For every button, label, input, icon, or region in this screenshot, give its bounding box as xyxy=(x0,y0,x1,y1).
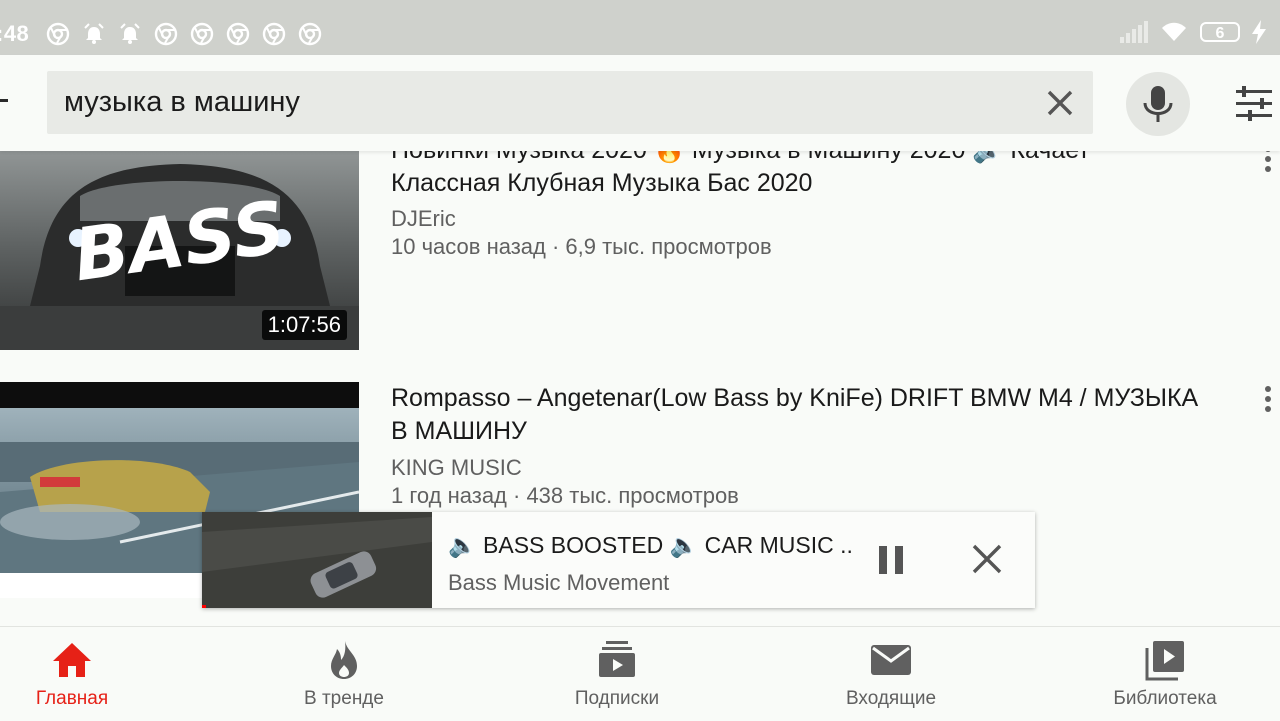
home-icon xyxy=(53,643,91,677)
filter-settings-icon[interactable] xyxy=(1232,86,1276,122)
back-arrow-icon[interactable] xyxy=(0,99,8,102)
nav-library-label: Библиотека xyxy=(1113,688,1217,709)
video-result[interactable]: BASS 1:07:56 Новинки Музыка 2020 🔥 Музык… xyxy=(0,126,1280,350)
video-channel[interactable]: DJEric xyxy=(391,206,456,232)
bottom-navigation: Главная В тренде Подписки Входящие Библи… xyxy=(0,626,1280,721)
video-meta: 1 год назад · 438 тыс. просмотров xyxy=(391,483,739,508)
mini-player-car-image xyxy=(202,512,432,608)
nav-inbox-label: Входящие xyxy=(845,688,937,709)
close-icon[interactable] xyxy=(970,542,1004,576)
voice-search-button[interactable] xyxy=(1126,72,1190,136)
clear-search-icon[interactable] xyxy=(1043,86,1077,120)
video-duration: 1:07:56 xyxy=(261,310,347,340)
video-channel[interactable]: KING MUSIC xyxy=(391,455,522,481)
nav-home[interactable]: Главная xyxy=(0,627,172,721)
search-query-text[interactable]: музыка в машину xyxy=(64,86,300,119)
nav-inbox[interactable]: Входящие xyxy=(791,627,991,721)
pause-icon[interactable] xyxy=(878,546,904,574)
nav-subscriptions-label: Подписки xyxy=(574,688,660,709)
mini-player-progress xyxy=(202,605,206,608)
mini-player[interactable]: 🔈 BASS BOOSTED 🔈 CAR MUSIC .. Bass Music… xyxy=(202,512,1035,608)
mail-icon xyxy=(871,645,911,675)
nav-subscriptions[interactable]: Подписки xyxy=(517,627,717,721)
microphone-icon xyxy=(1143,86,1173,122)
more-options-icon[interactable] xyxy=(1262,386,1274,416)
search-input[interactable]: музыка в машину xyxy=(47,71,1093,134)
nav-library[interactable]: Библиотека xyxy=(1065,627,1265,721)
nav-trending-label: В тренде xyxy=(304,688,384,709)
nav-home-label: Главная xyxy=(35,688,109,709)
library-icon xyxy=(1145,641,1184,681)
mini-player-thumbnail[interactable] xyxy=(202,512,432,608)
video-thumbnail[interactable]: BASS 1:07:56 xyxy=(0,126,359,350)
mini-player-title[interactable]: 🔈 BASS BOOSTED 🔈 CAR MUSIC .. xyxy=(448,532,853,559)
video-title[interactable]: Rompasso – Angetenar(Low Bass by KniFe) … xyxy=(391,382,1201,448)
subscriptions-icon xyxy=(599,641,635,677)
mini-player-channel: Bass Music Movement xyxy=(448,570,670,595)
search-bar: музыка в машину xyxy=(0,55,1280,151)
nav-trending[interactable]: В тренде xyxy=(244,627,444,721)
video-meta: 10 часов назад · 6,9 тыс. просмотров xyxy=(391,234,772,259)
flame-icon xyxy=(331,641,357,679)
